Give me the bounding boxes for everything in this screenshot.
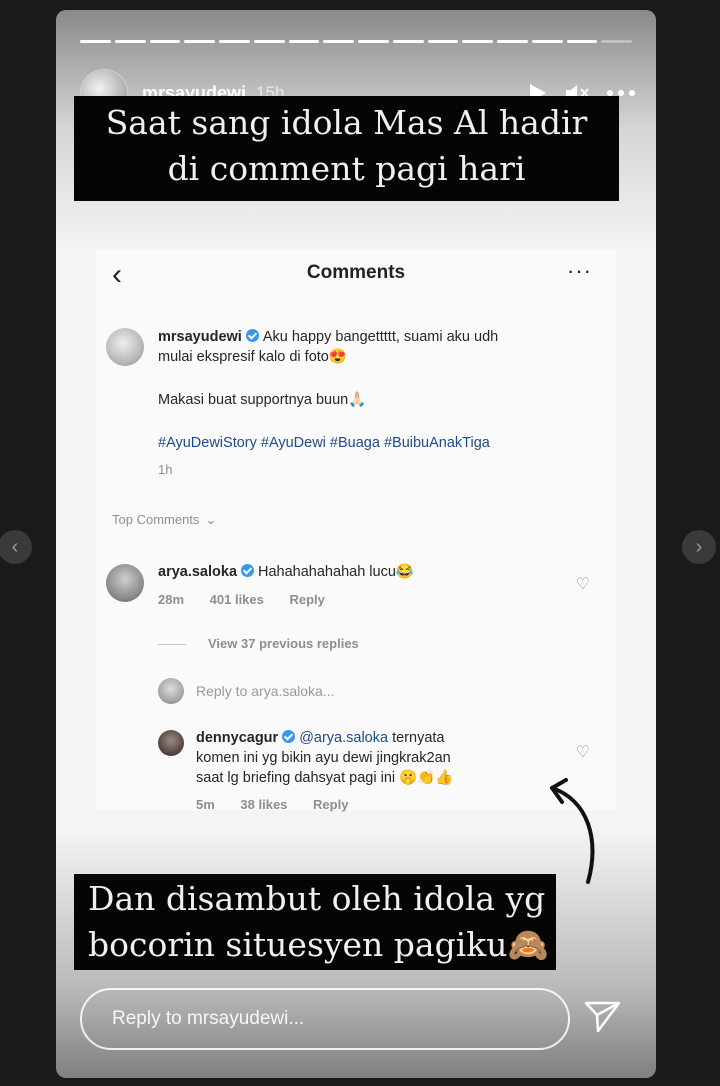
progress-segment <box>427 40 459 43</box>
story-progress-bar <box>80 40 632 43</box>
progress-segment <box>323 40 354 43</box>
comment-likes[interactable]: 401 likes <box>210 592 264 607</box>
progress-segment <box>219 40 250 43</box>
progress-segment <box>149 40 181 43</box>
caption-top-line-2: di comment pagi hari <box>167 149 526 188</box>
comment-time: 28m <box>158 592 185 607</box>
reply-time: 5m <box>196 797 215 812</box>
comment-avatar[interactable] <box>106 564 144 602</box>
progress-segment <box>253 40 285 43</box>
chevron-down-icon: ⌄ <box>205 512 217 527</box>
progress-segment <box>114 40 146 43</box>
post-username[interactable]: mrsayudewi <box>158 329 242 345</box>
view-replies-label: View 37 previous replies <box>208 636 359 651</box>
progress-segment <box>601 40 632 43</box>
reply-username[interactable]: dennycagur <box>196 730 278 746</box>
progress-segment <box>566 40 598 43</box>
story-caption-top: Saat sang idola Mas Al hadir di comment … <box>74 96 619 201</box>
progress-segment <box>184 40 215 43</box>
reply-text: dennycagur @arya.saloka ternyata komen in… <box>196 728 556 788</box>
reply-text-2: komen ini yg bikin ayu dewi jingkrak2an <box>196 750 451 766</box>
story-card: mrsayudewi 15h Saat sang idola Mas Al ha… <box>56 10 656 1078</box>
verified-icon <box>241 564 255 577</box>
reply-text-1: ternyata <box>392 730 445 746</box>
previous-story-button[interactable]: ‹ <box>0 530 32 564</box>
story-reply-input[interactable]: Reply to mrsayudewi... <box>80 988 570 1050</box>
reply-to-field[interactable]: Reply to arya.saloka... <box>196 683 335 699</box>
reply-mention[interactable]: @arya.saloka <box>299 730 388 746</box>
view-replies[interactable]: View 37 previous replies <box>158 636 381 651</box>
progress-segment <box>392 40 424 43</box>
caption-top-line-1: Saat sang idola Mas Al hadir <box>105 103 588 142</box>
post-time: 1h <box>158 462 173 477</box>
send-icon[interactable] <box>584 1000 622 1039</box>
caption-bottom-line-1: Dan disambut oleh idola yg <box>88 879 546 918</box>
progress-segment <box>288 40 320 43</box>
verified-icon <box>245 329 259 342</box>
post-text-3: Makasi buat supportnya buun🙏🏻 <box>158 392 367 408</box>
progress-segment <box>497 40 528 43</box>
comment-text-row: arya.saloka Hahahahahahah lucu😂 <box>158 562 414 582</box>
progress-segment <box>462 40 493 43</box>
post-avatar[interactable] <box>106 328 144 366</box>
heart-icon[interactable]: ♡ <box>576 742 590 762</box>
post-hashtags[interactable]: #AyuDewiStory #AyuDewi #Buaga #BuibuAnak… <box>158 433 490 453</box>
comment-text: Hahahahahahah lucu😂 <box>258 564 414 580</box>
story-caption-bottom: Dan disambut oleh idola yg bocorin situe… <box>74 874 556 970</box>
post-caption: mrsayudewi Aku happy bangettttt, suami ak… <box>158 327 598 367</box>
top-comments-label: Top Comments <box>112 512 200 527</box>
more-icon[interactable]: ··· <box>567 258 592 284</box>
verified-icon <box>282 730 296 743</box>
comments-screenshot: ‹ Comments ··· mrsayudewi Aku happy bange… <box>96 250 616 812</box>
curved-arrow-icon <box>550 778 595 884</box>
heart-icon[interactable]: ♡ <box>576 574 590 594</box>
post-text-2: mulai ekspresif kalo di foto😍 <box>158 349 347 365</box>
comment-username[interactable]: arya.saloka <box>158 564 237 580</box>
progress-segment <box>80 40 111 43</box>
top-comments-filter[interactable]: Top Comments ⌄ <box>112 512 238 528</box>
progress-segment <box>531 40 563 43</box>
caption-bottom-line-2: bocorin situesyen pagiku🙈 <box>88 925 549 964</box>
comments-title: Comments <box>306 262 406 283</box>
reply-user-avatar[interactable] <box>158 730 184 756</box>
post-text-1: Aku happy bangettttt, suami aku udh <box>262 329 499 345</box>
reply-likes[interactable]: 38 likes <box>240 797 287 812</box>
reply-text-3: saat lg briefing dahsyat pagi ini 🤫👏👍 <box>196 770 454 786</box>
comment-meta: 28m 401 likes Reply <box>158 592 347 607</box>
next-story-button[interactable]: › <box>682 530 716 564</box>
progress-segment <box>358 40 389 43</box>
reply-reply-button[interactable]: Reply <box>313 797 348 812</box>
divider-line <box>158 644 186 646</box>
comments-topbar: ‹ Comments ··· <box>96 250 616 300</box>
reply-avatar <box>158 678 184 704</box>
reply-meta: 5m 38 likes Reply <box>196 797 370 812</box>
comment-reply-button[interactable]: Reply <box>290 592 325 607</box>
